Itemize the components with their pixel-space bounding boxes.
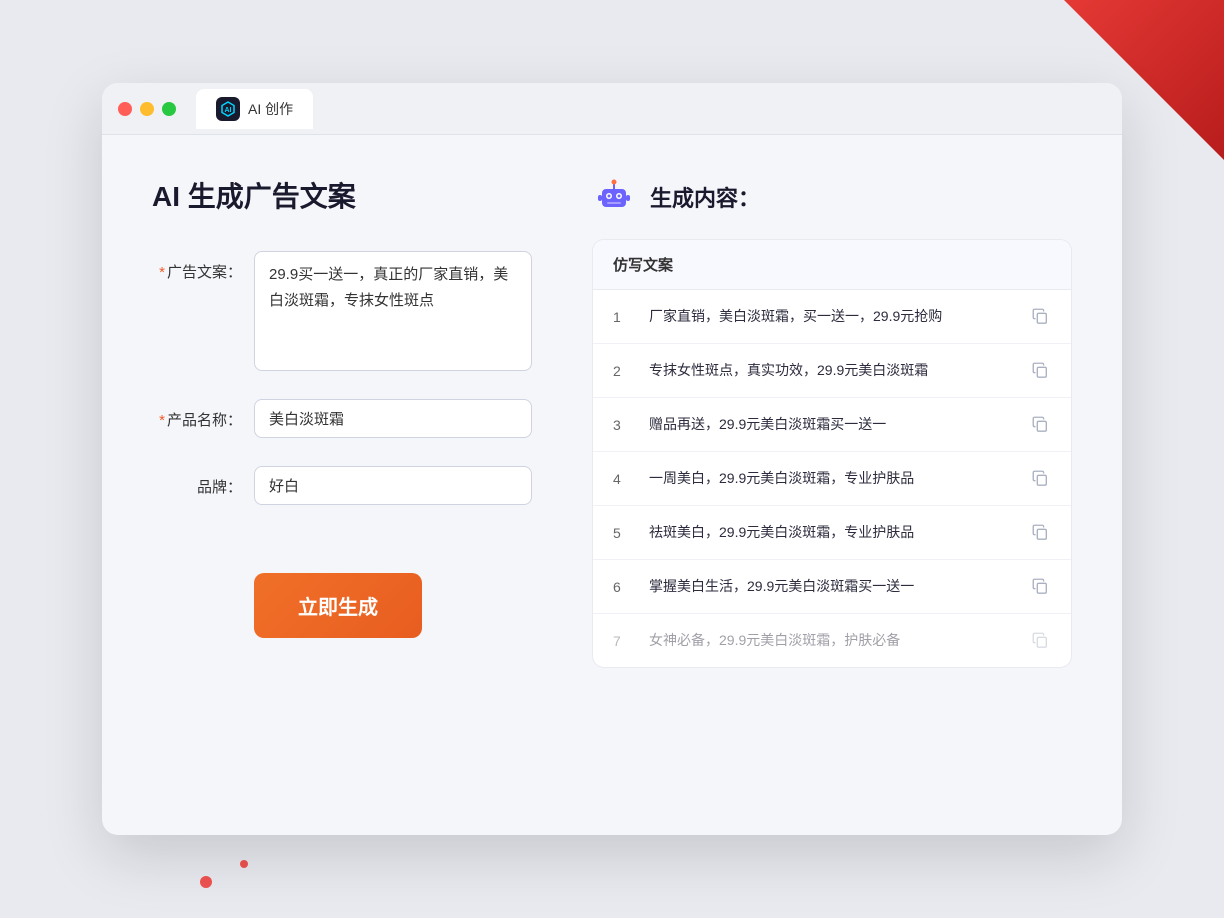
product-name-label-text: 产品名称： (167, 412, 242, 429)
result-text: 祛斑美白，29.9元美白淡斑霜，专业护肤品 (649, 522, 1015, 543)
copy-icon[interactable] (1031, 523, 1051, 543)
result-row: 6 掌握美白生活，29.9元美白淡斑霜买一送一 (593, 560, 1071, 614)
generate-button[interactable]: 立即生成 (254, 573, 422, 638)
ad-copy-label-text: 广告文案： (167, 264, 242, 281)
result-number: 2 (613, 363, 633, 379)
ad-copy-group: *广告文案： (152, 251, 532, 371)
copy-icon[interactable] (1031, 577, 1051, 597)
result-text: 女神必备，29.9元美白淡斑霜，护肤必备 (649, 630, 1015, 651)
brand-input[interactable] (254, 466, 532, 505)
result-row: 7 女神必备，29.9元美白淡斑霜，护肤必备 (593, 614, 1071, 667)
copy-icon[interactable] (1031, 361, 1051, 381)
brand-group: 品牌： (152, 466, 532, 505)
result-text: 专抹女性斑点，真实功效，29.9元美白淡斑霜 (649, 360, 1015, 381)
content-area: AI 生成广告文案 *广告文案： *产品名称： 品牌： 立 (102, 135, 1122, 835)
results-header: 仿写文案 (593, 240, 1071, 290)
right-header: 生成内容： (592, 175, 1072, 219)
result-number: 6 (613, 579, 633, 595)
page-title: AI 生成广告文案 (152, 175, 532, 215)
results-container: 仿写文案 1 厂家直销，美白淡斑霜，买一送一，29.9元抢购 2 专抹女性斑点，真实… (592, 239, 1072, 668)
copy-icon[interactable] (1031, 307, 1051, 327)
tab-label: AI 创作 (248, 99, 293, 119)
window-controls (118, 102, 176, 116)
ad-copy-label: *广告文案： (152, 251, 242, 282)
copy-icon[interactable] (1031, 469, 1051, 489)
maximize-button[interactable] (162, 102, 176, 116)
brand-label: 品牌： (152, 466, 242, 497)
decorative-dot (200, 876, 212, 888)
right-panel: 生成内容： 仿写文案 1 厂家直销，美白淡斑霜，买一送一，29.9元抢购 2 专抹女… (592, 175, 1072, 795)
right-title: 生成内容： (650, 181, 760, 213)
result-number: 3 (613, 417, 633, 433)
robot-icon (592, 175, 636, 219)
result-row: 3 赠品再送，29.9元美白淡斑霜买一送一 (593, 398, 1071, 452)
title-bar: AI AI 创作 (102, 83, 1122, 135)
close-button[interactable] (118, 102, 132, 116)
left-panel: AI 生成广告文案 *广告文案： *产品名称： 品牌： 立 (152, 175, 532, 795)
result-row: 4 一周美白，29.9元美白淡斑霜，专业护肤品 (593, 452, 1071, 506)
result-text: 赠品再送，29.9元美白淡斑霜买一送一 (649, 414, 1015, 435)
result-number: 5 (613, 525, 633, 541)
results-list: 1 厂家直销，美白淡斑霜，买一送一，29.9元抢购 2 专抹女性斑点，真实功效，29… (593, 290, 1071, 667)
ad-copy-input[interactable] (254, 251, 532, 371)
browser-window: AI AI 创作 AI 生成广告文案 *广告文案： *产品名称： (102, 83, 1122, 835)
result-number: 4 (613, 471, 633, 487)
copy-icon[interactable] (1031, 415, 1051, 435)
minimize-button[interactable] (140, 102, 154, 116)
result-text: 掌握美白生活，29.9元美白淡斑霜买一送一 (649, 576, 1015, 597)
result-row: 1 厂家直销，美白淡斑霜，买一送一，29.9元抢购 (593, 290, 1071, 344)
decorative-dot-2 (240, 860, 248, 868)
result-text: 厂家直销，美白淡斑霜，买一送一，29.9元抢购 (649, 306, 1015, 327)
result-row: 5 祛斑美白，29.9元美白淡斑霜，专业护肤品 (593, 506, 1071, 560)
required-mark-1: * (159, 264, 165, 281)
svg-text:AI: AI (225, 107, 232, 114)
result-number: 1 (613, 309, 633, 325)
product-name-group: *产品名称： (152, 399, 532, 438)
result-text: 一周美白，29.9元美白淡斑霜，专业护肤品 (649, 468, 1015, 489)
copy-icon[interactable] (1031, 631, 1051, 651)
product-name-input[interactable] (254, 399, 532, 438)
result-row: 2 专抹女性斑点，真实功效，29.9元美白淡斑霜 (593, 344, 1071, 398)
ai-tab-icon: AI (216, 97, 240, 121)
required-mark-2: * (159, 412, 165, 429)
product-name-label: *产品名称： (152, 399, 242, 430)
result-number: 7 (613, 633, 633, 649)
ai-tab[interactable]: AI AI 创作 (196, 89, 313, 129)
